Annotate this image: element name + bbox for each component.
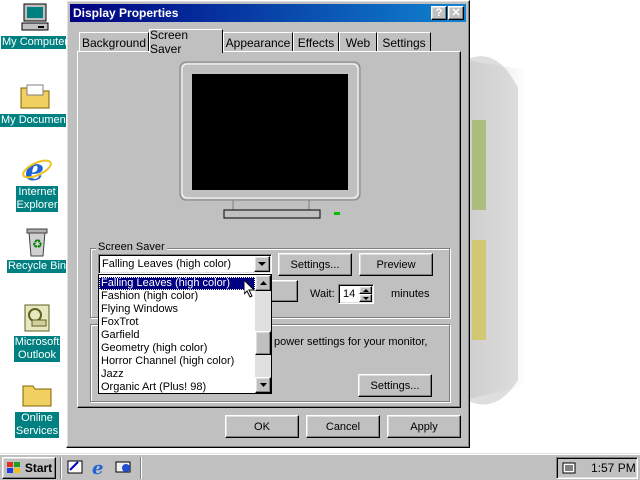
monitor-preview (178, 60, 364, 232)
folder-icon (19, 80, 51, 112)
power-settings-text: power settings for your monitor, (274, 336, 428, 348)
screen-saver-panel: Screen Saver Falling Leaves (high color)… (77, 51, 461, 408)
scroll-up-button[interactable] (255, 275, 271, 291)
windows-logo-icon (6, 462, 20, 473)
desktop-icon-my-computer[interactable]: My Computer (0, 2, 70, 49)
wait-minutes-input[interactable]: 14 (338, 284, 374, 304)
recycle-bin-icon: ♻ (21, 226, 53, 258)
desktop-icon-label: Internet Explorer (15, 186, 59, 212)
outlook-express-icon[interactable] (114, 458, 132, 476)
desktop-icon-label: My Documents (0, 114, 76, 127)
svg-text:♻: ♻ (32, 237, 43, 251)
tab-effects[interactable]: Effects (293, 32, 339, 52)
list-item[interactable]: Horror Channel (high color) (99, 355, 255, 368)
scroll-down-button[interactable] (255, 377, 271, 393)
desktop-icon-recycle-bin[interactable]: ♻ Recycle Bin (2, 226, 72, 273)
list-item[interactable]: Flying Windows (99, 303, 255, 316)
wallpaper-art (466, 40, 640, 450)
list-item[interactable]: Jazz (99, 368, 255, 381)
spin-down-button[interactable] (359, 294, 372, 302)
preview-button[interactable]: Preview (359, 253, 433, 276)
title-bar[interactable]: Display Properties ? ✕ (70, 4, 466, 22)
list-item[interactable]: FoxTrot (99, 316, 255, 329)
wait-spinner[interactable] (359, 286, 372, 302)
tab-background[interactable]: Background (79, 32, 149, 52)
dropdown-scrollbar[interactable] (255, 275, 271, 393)
desktop-icon-label: Microsoft Outlook (13, 336, 61, 362)
taskbar: Start e 1:57 PM (0, 453, 640, 480)
show-desktop-icon[interactable] (66, 458, 84, 476)
minutes-label: minutes (391, 288, 430, 300)
svg-text:e: e (92, 458, 103, 476)
tab-settings[interactable]: Settings (377, 32, 431, 52)
dropdown-arrow-button[interactable] (254, 256, 270, 272)
ie-icon: e (21, 152, 53, 188)
list-item[interactable]: Geometry (high color) (99, 342, 255, 355)
spin-up-button[interactable] (359, 286, 372, 294)
mouse-cursor-icon (244, 280, 256, 298)
desktop-icon-label: Recycle Bin (6, 260, 68, 273)
screen-saver-select[interactable]: Falling Leaves (high color) (98, 254, 272, 274)
desktop-icon-microsoft-outlook[interactable]: Microsoft Outlook (2, 302, 72, 362)
close-icon: ✕ (451, 7, 461, 19)
list-item[interactable]: Fashion (high color) (99, 290, 255, 303)
tab-web[interactable]: Web (339, 32, 377, 52)
close-button[interactable]: ✕ (448, 6, 464, 20)
desktop-icon-my-documents[interactable]: My Documents (0, 80, 76, 127)
taskbar-divider (60, 457, 62, 479)
folder-icon (21, 378, 53, 410)
desktop-icon-online-services[interactable]: Online Services (2, 378, 72, 438)
tab-appearance[interactable]: Appearance (223, 32, 293, 52)
clock[interactable]: 1:57 PM (591, 461, 636, 475)
window-title: Display Properties (73, 6, 179, 20)
scroll-thumb[interactable] (255, 331, 271, 355)
volume-tray-icon[interactable] (561, 459, 579, 477)
quick-launch: e (66, 458, 132, 479)
desktop-icon-internet-explorer[interactable]: e Internet Explorer (2, 152, 72, 212)
wait-label: Wait: (310, 288, 335, 300)
start-button[interactable]: Start (2, 457, 56, 479)
desktop-icon-label: Online Services (14, 412, 60, 438)
list-item[interactable]: Falling Leaves (high color) (99, 277, 255, 290)
outlook-icon (21, 302, 53, 334)
apply-button[interactable]: Apply (387, 415, 461, 438)
list-item[interactable]: Organic Art (Plus! 98) (99, 381, 255, 394)
list-item[interactable]: Garfield (99, 329, 255, 342)
computer-icon (19, 2, 51, 34)
desktop-icon-label: My Computer (0, 36, 70, 49)
display-properties-window: Display Properties ? ✕ Background Screen… (66, 0, 470, 448)
screen-saver-group-label: Screen Saver (96, 241, 167, 253)
tab-screen-saver[interactable]: Screen Saver (149, 28, 223, 56)
help-button[interactable]: ? (431, 6, 447, 20)
power-settings-button[interactable]: Settings... (358, 374, 432, 397)
taskbar-divider (140, 457, 142, 479)
system-tray: 1:57 PM (556, 457, 638, 479)
cancel-button[interactable]: Cancel (306, 415, 380, 438)
chevron-down-icon (258, 261, 266, 266)
screensaver-settings-button[interactable]: Settings... (278, 253, 352, 276)
ie-quicklaunch-icon[interactable]: e (90, 458, 108, 479)
ok-button[interactable]: OK (225, 415, 299, 438)
